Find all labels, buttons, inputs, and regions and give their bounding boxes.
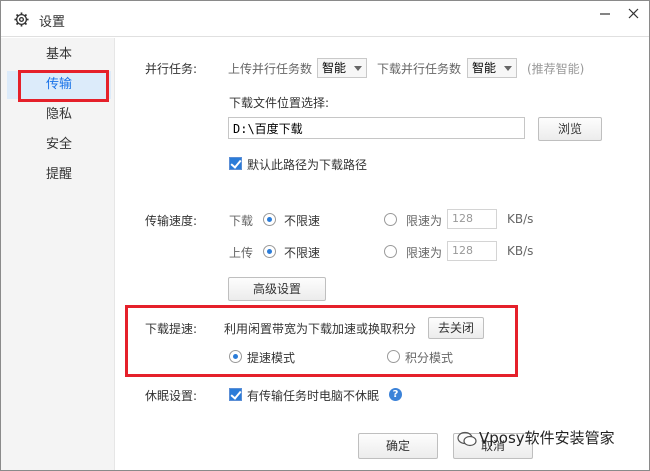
- window-title: 设置: [39, 15, 66, 30]
- gear-icon: [14, 12, 29, 27]
- download-parallel-label: 下载并行任务数: [377, 62, 462, 76]
- default-path-checkbox[interactable]: [229, 157, 242, 170]
- highlight-box-accelerate: [125, 305, 518, 377]
- parallel-section-label: 并行任务:: [145, 62, 198, 76]
- sidebar-item-privacy[interactable]: 隐私: [7, 101, 111, 129]
- sidebar: 基本 传输 隐私 安全 提醒: [1, 38, 115, 470]
- download-parallel-value: 智能: [472, 61, 497, 75]
- upload-limit-label: 限速为: [406, 246, 443, 260]
- ok-button[interactable]: 确定: [358, 433, 438, 459]
- download-limit-radio[interactable]: [384, 213, 397, 226]
- upload-limit-input[interactable]: 128: [447, 241, 497, 261]
- disable-accelerate-button[interactable]: 去关闭: [428, 317, 484, 339]
- accelerate-description: 利用闲置带宽为下载加速或换取积分: [224, 322, 417, 336]
- recommend-hint: (推荐智能): [527, 62, 585, 76]
- upload-parallel-select[interactable]: 智能: [317, 58, 367, 78]
- no-sleep-checkbox[interactable]: [229, 388, 242, 401]
- upload-parallel-label: 上传并行任务数: [228, 62, 313, 76]
- upload-unlimited-radio[interactable]: [263, 245, 276, 258]
- title-bar: 设置: [1, 1, 649, 37]
- sidebar-item-reminder[interactable]: 提醒: [7, 161, 111, 189]
- download-unlimited-label: 不限速: [284, 214, 321, 228]
- wechat-icon: [457, 431, 477, 447]
- download-unit-label: KB/s: [507, 212, 534, 226]
- browse-button[interactable]: 浏览: [538, 117, 602, 141]
- highlight-box-sidebar: [18, 70, 109, 102]
- default-path-label: 默认此路径为下载路径: [247, 158, 368, 172]
- advanced-settings-button[interactable]: 高级设置: [228, 277, 326, 301]
- accelerate-section-label: 下载提速:: [145, 322, 198, 336]
- speed-section-label: 传输速度:: [145, 214, 198, 228]
- sidebar-item-basic[interactable]: 基本: [7, 41, 111, 69]
- sleep-section-label: 休眠设置:: [145, 389, 198, 403]
- download-limit-label: 限速为: [406, 214, 443, 228]
- upload-unit-label: KB/s: [507, 244, 534, 258]
- download-location-label: 下载文件位置选择:: [229, 96, 330, 110]
- speed-mode-label: 提速模式: [247, 351, 296, 365]
- help-icon[interactable]: ?: [389, 388, 402, 401]
- points-mode-radio[interactable]: [387, 350, 400, 363]
- upload-parallel-value: 智能: [322, 61, 347, 75]
- download-parallel-select[interactable]: 智能: [467, 58, 517, 78]
- upload-unlimited-label: 不限速: [284, 246, 321, 260]
- upload-speed-label: 上传: [229, 246, 254, 260]
- watermark-text: Vposy软件安装管家: [479, 429, 615, 447]
- no-sleep-label: 有传输任务时电脑不休眠: [247, 389, 380, 403]
- speed-mode-radio[interactable]: [229, 350, 242, 363]
- download-speed-label: 下载: [229, 214, 254, 228]
- close-icon[interactable]: [621, 5, 645, 23]
- download-path-input[interactable]: D:\百度下载: [228, 117, 525, 139]
- settings-window: 设置 基本 传输 隐私 安全 提醒 并行任务: 上传并行任务数 智能 下载并行任…: [0, 0, 650, 471]
- download-unlimited-radio[interactable]: [263, 213, 276, 226]
- upload-limit-radio[interactable]: [384, 245, 397, 258]
- chevron-down-icon: [354, 66, 362, 71]
- points-mode-label: 积分模式: [405, 351, 454, 365]
- minimize-icon[interactable]: [593, 5, 617, 23]
- chevron-down-icon: [504, 66, 512, 71]
- download-limit-input[interactable]: 128: [447, 209, 497, 229]
- sidebar-item-security[interactable]: 安全: [7, 131, 111, 159]
